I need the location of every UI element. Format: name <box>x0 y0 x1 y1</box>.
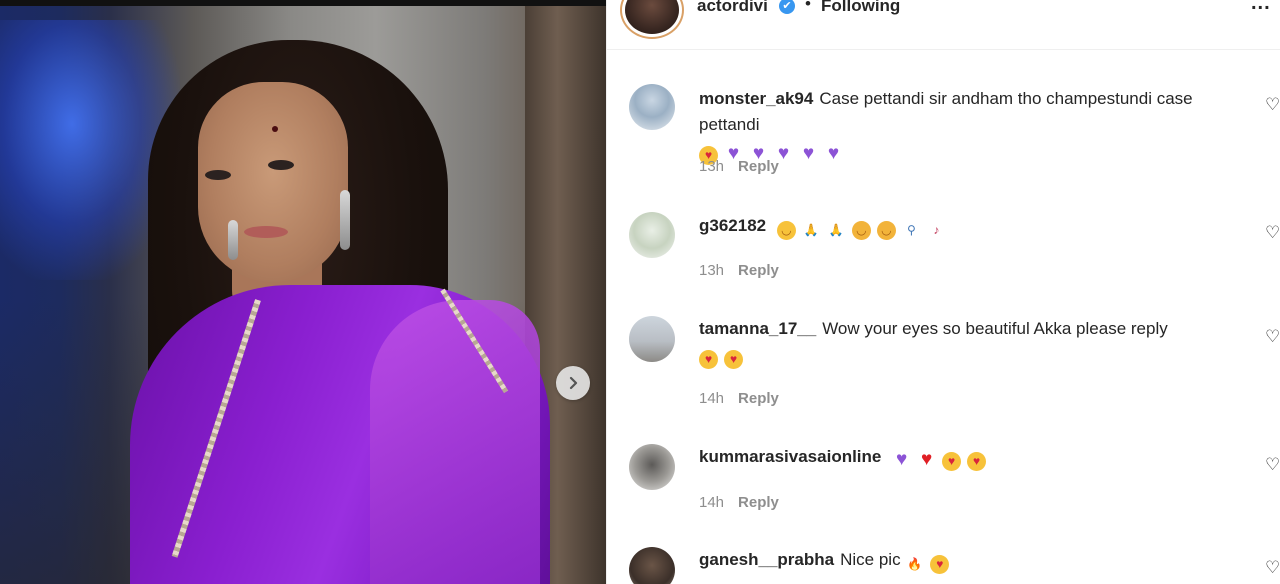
like-comment-heart-icon[interactable]: ♡ <box>1265 328 1280 346</box>
comment-meta: 14h Reply <box>699 390 779 407</box>
comment-meta: 14h Reply <box>699 494 779 511</box>
photo-eye-right <box>268 160 294 170</box>
like-comment-heart-icon[interactable]: ♡ <box>1265 456 1280 474</box>
comment-time: 13h <box>699 262 725 279</box>
comment-meta: 13h Reply <box>699 158 779 175</box>
more-options-icon[interactable]: ... <box>1251 0 1271 15</box>
guitar-emoji-icon: ♪ <box>933 223 940 237</box>
comment-time: 13h <box>699 158 725 175</box>
avatar[interactable] <box>629 212 675 258</box>
comment-time: 14h <box>699 390 725 407</box>
comment-body: monster_ak94 Case pettandi sir andham tho… <box>699 86 1229 165</box>
comment-text: Wow your eyes so beautiful Akka please r… <box>822 319 1168 338</box>
photo-bindi <box>272 126 278 132</box>
comment-username[interactable]: ganesh__prabha <box>699 550 834 569</box>
comment-username[interactable]: g362182 <box>699 216 766 235</box>
hugging-face-emoji-icon: ◡ <box>876 221 896 240</box>
heart-eyes-emoji-icon: ♥ <box>724 350 743 369</box>
verified-badge-icon: ✔ <box>779 0 795 14</box>
like-comment-heart-icon[interactable]: ♡ <box>1265 96 1280 114</box>
reply-button[interactable]: Reply <box>738 262 779 279</box>
post-header: actordivi ✔ • Following ... <box>607 0 1280 50</box>
reply-button[interactable]: Reply <box>738 390 779 407</box>
praying-hands-emoji-icon: 🙏 <box>828 223 844 237</box>
photo-lips <box>244 226 288 238</box>
comments-panel: actordivi ✔ • Following ... monster_ak94… <box>606 0 1280 584</box>
red-heart-emoji-icon: ♥ <box>920 449 933 470</box>
fire-emoji-icon: 🔥 <box>907 557 923 571</box>
photo-face <box>198 82 348 282</box>
heart-eyes-emoji-icon: ♥ <box>942 452 962 471</box>
avatar[interactable] <box>629 547 675 584</box>
following-button[interactable]: Following <box>821 0 900 16</box>
hugging-face-emoji-icon: ◡ <box>851 221 871 240</box>
header-separator: • <box>805 0 811 13</box>
photo-earring-left <box>228 220 238 260</box>
avatar[interactable] <box>629 316 675 362</box>
comment-body: ganesh__prabha Nice pic 🔥 ♥ <box>699 547 1229 574</box>
purple-heart-emoji-icon: ♥ <box>827 143 840 164</box>
walking-person-emoji-icon: ⚲ <box>906 223 916 237</box>
comment-body: tamanna_17__ Wow your eyes so beautiful A… <box>699 316 1229 369</box>
chevron-right-icon <box>569 376 578 390</box>
like-comment-heart-icon[interactable]: ♡ <box>1265 224 1280 242</box>
comment-body: kummarasivasaionline ♥ ♥ ♥ ♥ <box>699 444 1229 471</box>
purple-heart-emoji-icon: ♥ <box>895 449 908 470</box>
avatar[interactable] <box>629 444 675 490</box>
smiling-face-emoji-icon: ◡ <box>776 221 796 240</box>
reply-button[interactable]: Reply <box>738 158 779 175</box>
photo-dupatta <box>370 300 540 584</box>
reply-button[interactable]: Reply <box>738 494 779 511</box>
carousel-next-button[interactable] <box>556 366 590 400</box>
heart-eyes-emoji-icon: ♥ <box>967 452 987 471</box>
photo-earring-right <box>340 190 350 250</box>
purple-heart-emoji-icon: ♥ <box>802 143 815 164</box>
heart-eyes-emoji-icon: ♥ <box>930 555 950 574</box>
photo-eye-left <box>205 170 231 180</box>
media-top-edge <box>0 0 606 6</box>
like-comment-heart-icon[interactable]: ♡ <box>1265 559 1280 577</box>
post-media <box>0 0 606 584</box>
comment-username[interactable]: tamanna_17__ <box>699 319 816 338</box>
heart-eyes-emoji-icon: ♥ <box>699 350 718 369</box>
comment-text: Nice pic <box>840 550 901 569</box>
comment-username[interactable]: kummarasivasaionline <box>699 447 881 466</box>
comment-meta: 13h Reply <box>699 262 779 279</box>
praying-hands-emoji-icon: 🙏 <box>803 223 819 237</box>
author-username[interactable]: actordivi <box>697 0 768 16</box>
avatar[interactable] <box>629 84 675 130</box>
comment-username[interactable]: monster_ak94 <box>699 89 813 108</box>
author-avatar[interactable] <box>625 0 679 34</box>
comment-time: 14h <box>699 494 725 511</box>
comment-body: g362182 ◡ 🙏 🙏 ◡ ◡ ⚲ ♪ <box>699 213 1229 240</box>
